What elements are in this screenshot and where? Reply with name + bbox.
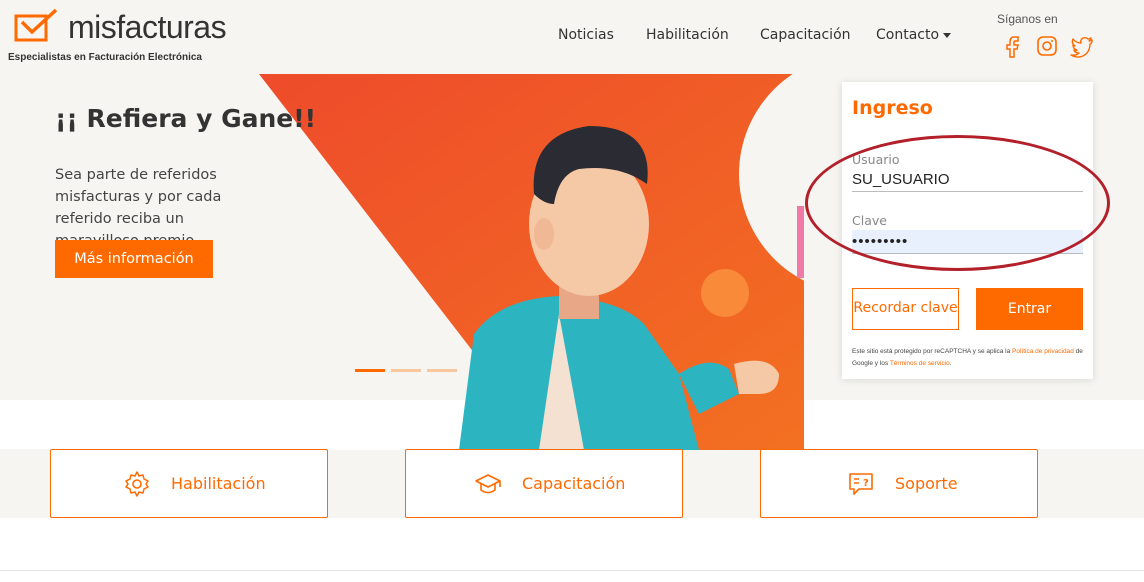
password-label: Clave <box>852 213 887 228</box>
login-card: Ingreso Usuario Clave Recordar clave Ent… <box>842 82 1093 379</box>
graduation-cap-icon <box>475 474 501 494</box>
social-label: Síganos en <box>997 12 1058 26</box>
nav-capacitacion[interactable]: Capacitación <box>760 27 851 43</box>
logo-check-icon <box>14 8 58 42</box>
hero-title: ¡¡ Refiera y Gane!! <box>55 104 317 133</box>
brand-tagline: Especialistas en Facturación Electrónica <box>8 52 202 63</box>
login-submit-button[interactable]: Entrar <box>976 288 1083 330</box>
nav-noticias[interactable]: Noticias <box>558 27 614 43</box>
feature-capacitacion-label: Capacitación <box>522 474 626 493</box>
feature-soporte-label: Soporte <box>895 474 958 493</box>
divider <box>0 570 1144 571</box>
hero-text: Sea parte de referidos misfacturas y por… <box>55 167 222 249</box>
twitter-icon[interactable] <box>1070 34 1094 58</box>
svg-text:?: ? <box>863 478 869 489</box>
recaptcha-text-3: . <box>949 360 952 367</box>
carousel-dot-3[interactable] <box>427 369 457 372</box>
nav-contacto-label: Contacto <box>876 27 940 43</box>
feature-habilitacion-label: Habilitación <box>171 474 266 493</box>
carousel-dot-2[interactable] <box>391 369 421 372</box>
nav-contacto[interactable]: Contacto <box>876 27 952 43</box>
feature-capacitacion[interactable]: Capacitación <box>405 449 683 518</box>
recaptcha-text-1: Este sitio está protegido por reCAPTCHA … <box>852 348 1013 355</box>
header: misfacturas Especialistas en Facturación… <box>0 0 1144 74</box>
user-input[interactable] <box>852 168 1083 192</box>
password-input[interactable] <box>852 230 1083 254</box>
user-label: Usuario <box>852 152 900 167</box>
facebook-icon[interactable] <box>1000 34 1024 58</box>
terms-of-service-link[interactable]: Términos de servicio <box>890 360 950 367</box>
nav-habilitacion[interactable]: Habilitación <box>646 27 729 43</box>
feature-habilitacion[interactable]: Habilitación <box>50 449 328 518</box>
recaptcha-notice: Este sitio está protegido por reCAPTCHA … <box>852 346 1084 370</box>
chevron-down-icon <box>943 32 952 38</box>
recover-password-button[interactable]: Recordar clave <box>852 288 959 330</box>
logo[interactable]: misfacturas Especialistas en Facturación… <box>8 4 238 64</box>
help-chat-icon: ? <box>849 473 873 495</box>
carousel-dot-1[interactable] <box>355 369 385 372</box>
feature-soporte[interactable]: ? Soporte <box>760 449 1038 518</box>
hero-illustration <box>259 74 804 450</box>
brand-name: misfacturas <box>68 9 227 45</box>
gear-icon <box>125 471 149 497</box>
login-title: Ingreso <box>852 97 933 119</box>
more-info-button[interactable]: Más información <box>55 240 213 278</box>
instagram-icon[interactable] <box>1035 34 1059 58</box>
privacy-policy-link[interactable]: Política de privacidad <box>1012 348 1074 355</box>
